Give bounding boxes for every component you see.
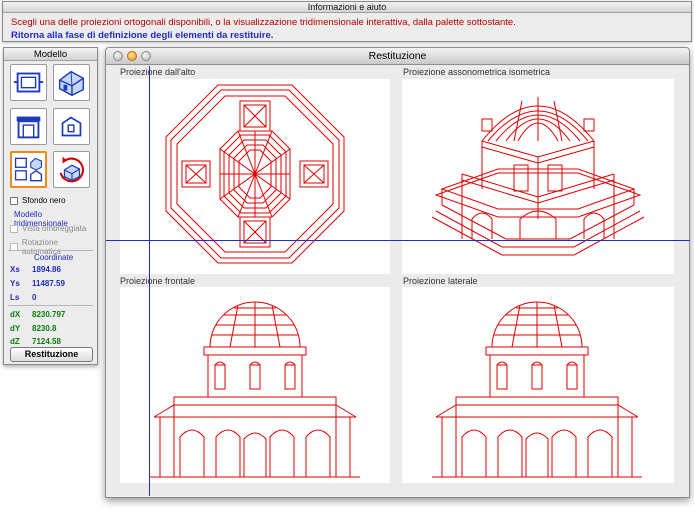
crosshair-horizontal: [106, 240, 690, 241]
checkbox-box[interactable]: [10, 196, 18, 205]
side-view-button[interactable]: [53, 108, 90, 145]
coord-value: 11487.59: [32, 279, 65, 288]
zoom-icon[interactable]: [141, 51, 151, 61]
modello-palette: Modello Sfondo nero Modello tridimension…: [3, 47, 98, 365]
top-view-label: Proiezione dall'alto: [120, 67, 196, 77]
coord-ls-row: Ls 0: [10, 293, 36, 302]
four-views-button[interactable]: [10, 151, 47, 188]
delta-value: 8230.797: [32, 310, 66, 319]
front-view-icon: [16, 116, 41, 139]
four-views-icon: [14, 157, 43, 182]
vista-ombreggiata-label: Vista ombreggiata: [22, 224, 87, 233]
sfondo-nero-checkbox[interactable]: Sfondo nero: [10, 196, 66, 205]
minimize-icon[interactable]: [127, 51, 137, 61]
side-view-icon: [61, 116, 82, 137]
front-view-canvas[interactable]: [120, 287, 390, 483]
restituzione-button[interactable]: Restituzione: [10, 347, 93, 362]
coord-key: Xs: [10, 265, 20, 274]
vista-ombreggiata-checkbox[interactable]: Vista ombreggiata: [10, 224, 86, 233]
restituzione-window: Restituzione Proiezione dall'alto Proiez…: [105, 47, 690, 498]
window-title: Restituzione: [368, 50, 427, 62]
coord-key: Ls: [10, 293, 20, 302]
info-panel-title: Informazioni e aiuto: [3, 2, 691, 13]
delta-dy-row: dY 8230.8: [10, 324, 56, 333]
rotate-3d-button[interactable]: [53, 151, 90, 188]
coord-value: 0: [32, 293, 37, 302]
coord-ys-row: Ys 11487.59: [10, 279, 65, 288]
isometric-view-button[interactable]: [53, 64, 90, 101]
iso-view-drawing: [431, 97, 645, 256]
front-view-label: Proiezione frontale: [120, 276, 196, 286]
isometric-house-icon: [58, 70, 85, 97]
sfondo-nero-label: Sfondo nero: [22, 196, 66, 205]
front-view-drawing: [150, 301, 360, 478]
delta-key: dZ: [10, 337, 20, 346]
top-view-drawing: [165, 84, 345, 264]
top-view-canvas[interactable]: [120, 79, 390, 274]
back-to-definition-link[interactable]: Ritorna alla fase di definizione degli e…: [11, 30, 273, 41]
window-titlebar[interactable]: Restituzione: [106, 48, 689, 65]
close-icon[interactable]: [113, 51, 123, 61]
delta-value: 7124.58: [32, 337, 61, 346]
coord-xs-row: Xs 1894.86: [10, 265, 61, 274]
side-view-label: Proiezione laterale: [403, 276, 478, 286]
side-view-drawing: [432, 301, 642, 478]
info-instruction-text: Scegli una delle proiezioni ortogonali d…: [11, 17, 516, 28]
delta-dx-row: dX 8230.797: [10, 310, 65, 319]
iso-view-label: Proiezione assonometrica isometrica: [403, 67, 551, 77]
plan-view-icon: [13, 72, 44, 93]
crosshair-vertical: [149, 66, 150, 496]
coord-value: 1894.86: [32, 265, 61, 274]
rotate-3d-icon: [59, 156, 84, 183]
info-panel: Informazioni e aiuto Scegli una delle pr…: [2, 1, 692, 42]
plan-view-button[interactable]: [10, 64, 47, 101]
side-view-canvas[interactable]: [402, 287, 674, 483]
delta-dz-row: dZ 7124.58: [10, 337, 61, 346]
coordinate-label: Coordinate: [34, 253, 74, 262]
delta-key: dX: [10, 310, 21, 319]
checkbox-box[interactable]: [10, 224, 18, 233]
divider: [8, 250, 93, 251]
palette-title: Modello: [4, 48, 97, 61]
coord-key: Ys: [10, 279, 20, 288]
divider: [8, 305, 93, 306]
delta-value: 8230.8: [32, 324, 57, 333]
front-view-button[interactable]: [10, 108, 47, 145]
iso-view-canvas[interactable]: [402, 79, 674, 274]
delta-key: dY: [10, 324, 21, 333]
